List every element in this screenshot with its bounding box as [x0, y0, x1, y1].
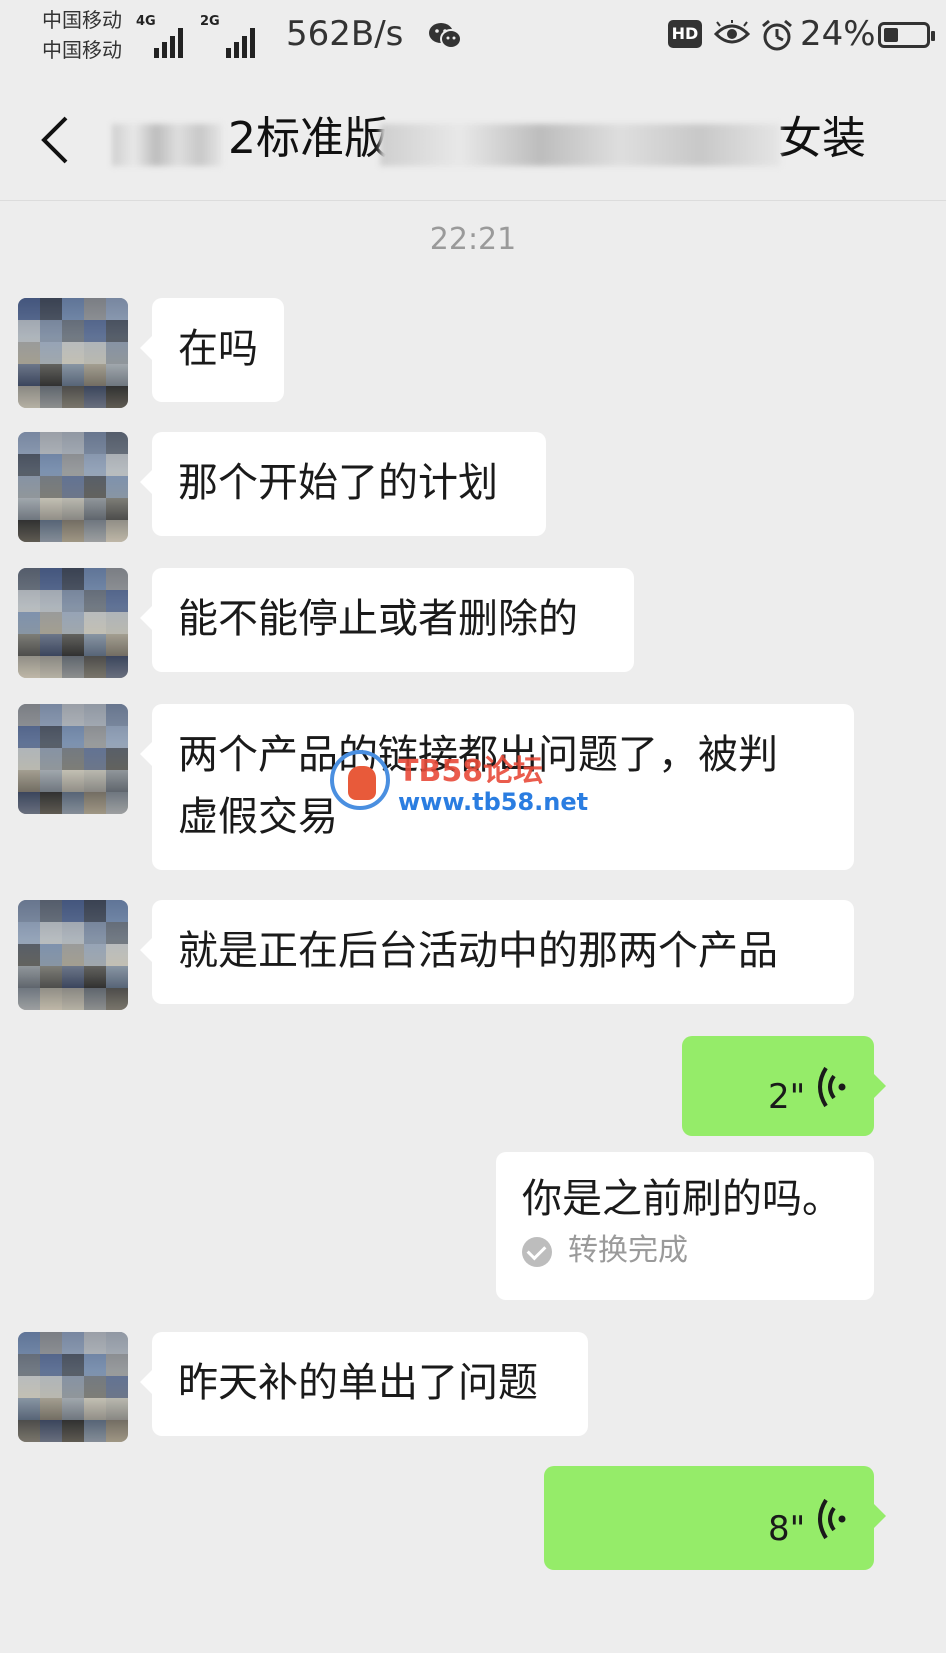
voice-wave-icon [818, 1498, 846, 1540]
status-bar: 中国移动 中国移动 4G 2G 562B/s HD 24% [0, 0, 946, 80]
battery-percent: 24% [800, 14, 876, 54]
transcript-status: 转换完成 [522, 1220, 688, 1282]
message-bubble[interactable]: 那个开始了的计划 [140, 432, 546, 536]
message-bubble[interactable]: 就是正在后台活动中的那两个产品 [140, 900, 854, 1004]
message-bubble[interactable]: 在吗 [140, 298, 284, 402]
carrier-label-1: 中国移动 [42, 8, 122, 32]
avatar[interactable] [18, 568, 128, 678]
transcript-status-label: 转换完成 [568, 1233, 688, 1268]
avatar[interactable] [18, 900, 128, 1010]
eye-comfort-icon [714, 20, 750, 44]
watermark-url: www.tb58.net [398, 788, 589, 816]
carrier-label-2: 中国移动 [42, 38, 122, 62]
title-visible-end: 女装 [778, 113, 866, 164]
alarm-icon [762, 19, 792, 51]
message-bubble[interactable]: 昨天补的单出了问题 [140, 1332, 588, 1436]
message-text: 那个开始了的计划 [178, 460, 498, 506]
message-bubble[interactable]: 能不能停止或者删除的 [140, 568, 634, 672]
message-text: 能不能停止或者删除的 [178, 596, 578, 642]
avatar[interactable] [18, 298, 128, 408]
back-arrow-icon[interactable] [36, 112, 76, 168]
message-text: 昨天补的单出了问题 [178, 1360, 538, 1406]
message-timestamp: 22:21 [429, 222, 517, 257]
voice-message-bubble[interactable]: 2" [682, 1036, 886, 1136]
avatar[interactable] [18, 704, 128, 814]
forum-logo-icon [330, 750, 390, 810]
watermark-title: TB58论坛 [398, 754, 544, 789]
voice-duration: 8" [768, 1509, 806, 1549]
wechat-icon [429, 23, 462, 49]
forum-watermark: TB58论坛 www.tb58.net [330, 746, 590, 826]
battery-icon [878, 22, 935, 48]
voice-message-bubble[interactable]: 8" [544, 1466, 886, 1570]
hd-badge: HD [668, 20, 702, 48]
voice-wave-icon [818, 1066, 846, 1108]
avatar[interactable] [18, 1332, 128, 1442]
avatar[interactable] [18, 432, 128, 542]
network-speed: 562B/s [286, 14, 404, 54]
check-circle-icon [522, 1236, 552, 1267]
title-visible-mid: 2标准版 [228, 113, 388, 164]
voice-duration: 2" [768, 1077, 806, 1117]
voice-transcript-bubble[interactable]: 你是之前刷的吗。 转换完成 [496, 1152, 874, 1300]
message-text: 就是正在后台活动中的那两个产品 [178, 928, 778, 974]
message-text: 在吗 [178, 326, 258, 372]
title-redaction-1 [112, 124, 222, 166]
chat-header: 2标准版 女装 [0, 80, 946, 201]
title-redaction-2 [380, 124, 780, 166]
